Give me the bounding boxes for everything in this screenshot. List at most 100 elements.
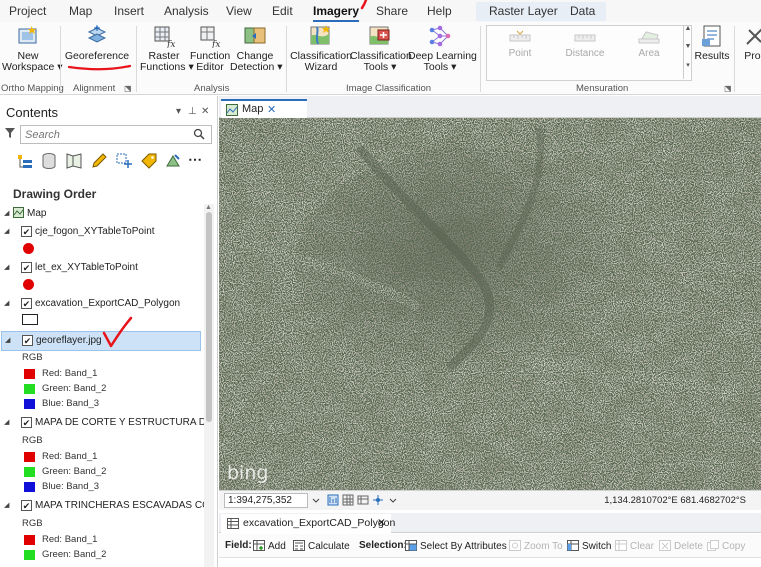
grid-icon[interactable] bbox=[342, 494, 354, 506]
tab-view[interactable]: View bbox=[226, 4, 252, 18]
group-divider bbox=[734, 26, 735, 92]
classification-wizard-button[interactable]: Classification Wizard bbox=[290, 24, 352, 73]
red-swatch bbox=[24, 369, 35, 379]
point-symbol[interactable] bbox=[23, 279, 34, 290]
classification-tools-button[interactable]: Classification Tools ▾ bbox=[350, 24, 412, 73]
fixed-scale-icon[interactable] bbox=[327, 494, 339, 506]
snapping-icon[interactable] bbox=[115, 152, 133, 170]
mensuration-area-button[interactable]: Area bbox=[619, 30, 679, 59]
close-icon[interactable]: ✕ bbox=[201, 106, 209, 117]
toc-layer-let-ex[interactable]: ◢ ✔ let_ex_XYTableToPoint bbox=[0, 259, 206, 277]
labeling-tag-icon[interactable] bbox=[140, 152, 158, 170]
scale-dropdown-icon[interactable] bbox=[310, 494, 322, 506]
mensuration-point-button[interactable]: Point bbox=[490, 30, 550, 59]
copy-selection-button[interactable]: Copy bbox=[707, 540, 745, 552]
collapse-arrow-icon[interactable]: ◢ bbox=[4, 263, 9, 271]
toc-layer-mapa-corte[interactable]: ◢ ✔ MAPA DE CORTE Y ESTRUCTURA DE E... bbox=[0, 414, 206, 432]
clear-selection-button[interactable]: Clear bbox=[615, 540, 654, 552]
group-divider bbox=[480, 26, 481, 92]
navigation-icon[interactable] bbox=[372, 494, 384, 506]
gallery-scroll-up-icon[interactable]: ▲ bbox=[683, 25, 692, 43]
table-view-icon[interactable] bbox=[357, 494, 369, 506]
function-editor-button[interactable]: fx Function Editor bbox=[190, 24, 230, 73]
tab-analysis[interactable]: Analysis bbox=[164, 4, 209, 18]
tab-map[interactable]: Map bbox=[69, 4, 92, 18]
toc-layer-cje-fogon[interactable]: ◢ ✔ cje_fogon_XYTableToPoint bbox=[0, 223, 206, 241]
scroll-up-icon[interactable]: ▲ bbox=[205, 204, 212, 211]
more-options-icon[interactable]: ⋯ bbox=[188, 152, 206, 170]
select-by-attributes-button[interactable]: Select By Attributes bbox=[405, 540, 507, 552]
layer-visibility-checkbox[interactable]: ✔ bbox=[21, 500, 32, 511]
layer-visibility-checkbox[interactable]: ✔ bbox=[22, 335, 33, 346]
data-source-icon[interactable] bbox=[40, 152, 58, 170]
dialog-launcher-icon[interactable]: ⬔ bbox=[724, 84, 732, 93]
tab-data[interactable]: Data bbox=[570, 4, 595, 18]
calculate-field-button[interactable]: Calculate bbox=[293, 540, 350, 552]
dropdown-arrow-icon[interactable] bbox=[387, 494, 399, 506]
contents-scrollbar[interactable]: ▲ bbox=[204, 204, 214, 567]
gallery-expand-icon[interactable]: ▾ bbox=[683, 61, 692, 79]
tab-raster-layer[interactable]: Raster Layer bbox=[489, 4, 558, 18]
rgb-label: RGB bbox=[22, 518, 43, 529]
mensuration-distance-button[interactable]: Distance bbox=[555, 30, 615, 59]
collapse-arrow-icon[interactable]: ◢ bbox=[4, 299, 9, 307]
new-workspace-button[interactable]: New Workspace ▾ bbox=[2, 24, 63, 73]
map-view-tab[interactable]: Map ✕ bbox=[221, 99, 307, 118]
close-tab-icon[interactable]: ✕ bbox=[267, 103, 276, 116]
polygon-symbol[interactable] bbox=[22, 314, 38, 325]
green-swatch bbox=[24, 550, 35, 560]
layer-visibility-checkbox[interactable]: ✔ bbox=[21, 226, 32, 237]
distance-measure-icon bbox=[574, 34, 596, 42]
collapse-arrow-icon[interactable]: ◢ bbox=[5, 336, 10, 344]
search-icon[interactable] bbox=[193, 128, 205, 140]
editing-pencil-icon[interactable] bbox=[90, 152, 108, 170]
layer-visibility-checkbox[interactable]: ✔ bbox=[21, 262, 32, 273]
scale-selector[interactable]: 1:394,275,352 bbox=[224, 493, 308, 508]
selection-list-icon[interactable] bbox=[65, 152, 83, 170]
add-field-button[interactable]: Add bbox=[253, 540, 286, 552]
results-button[interactable]: Results bbox=[694, 24, 730, 62]
drawing-order-icon[interactable] bbox=[16, 152, 34, 170]
delete-selection-button[interactable]: Delete bbox=[659, 540, 703, 552]
collapse-arrow-icon[interactable]: ◢ bbox=[4, 209, 9, 217]
list-by-perspective-icon[interactable] bbox=[164, 152, 182, 170]
pin-icon[interactable]: ⊥ bbox=[188, 106, 197, 117]
switch-selection-button[interactable]: Switch bbox=[567, 540, 611, 552]
deep-learning-tools-button[interactable]: Deep Learning Tools ▾ bbox=[408, 24, 477, 73]
pane-options-icon[interactable]: ▾ bbox=[176, 106, 181, 117]
collapse-arrow-icon[interactable]: ◢ bbox=[4, 501, 9, 509]
search-input[interactable] bbox=[21, 126, 186, 143]
scrollbar-thumb[interactable] bbox=[206, 212, 212, 422]
tab-imagery[interactable]: Imagery bbox=[313, 4, 360, 22]
classification-tools-icon bbox=[369, 26, 390, 45]
tab-edit[interactable]: Edit bbox=[272, 4, 293, 18]
map-canvas[interactable]: bing bbox=[219, 118, 761, 490]
filter-icon[interactable] bbox=[4, 127, 16, 139]
tab-help[interactable]: Help bbox=[427, 4, 452, 18]
attribute-table-tab[interactable]: excavation_ExportCAD_Polygon ✕ bbox=[221, 514, 395, 533]
zoom-to-button[interactable]: Zoom To bbox=[509, 540, 563, 552]
toc-map-node[interactable]: ◢ Map bbox=[0, 205, 206, 223]
layer-visibility-checkbox[interactable]: ✔ bbox=[21, 417, 32, 428]
toc-layer-georeflayer[interactable]: ◢ ✔ georeflayer.jpg bbox=[1, 331, 201, 351]
tab-project[interactable]: Project bbox=[9, 4, 46, 18]
switch-selection-icon bbox=[567, 540, 579, 551]
collapse-arrow-icon[interactable]: ◢ bbox=[4, 418, 9, 426]
change-detection-button[interactable]: Change Detection ▾ bbox=[230, 24, 283, 73]
georeference-icon bbox=[87, 25, 107, 43]
close-tab-icon[interactable]: ✕ bbox=[377, 517, 386, 529]
toc-layer-excavation-polygon[interactable]: ◢ ✔ excavation_ExportCAD_Polygon bbox=[0, 295, 206, 313]
toc-layer-mapa-trincheras[interactable]: ◢ ✔ MAPA TRINCHERAS ESCAVADAS COJ... bbox=[0, 497, 206, 515]
gallery-scroll-down-icon[interactable]: ▼ bbox=[683, 43, 692, 61]
layer-visibility-checkbox[interactable]: ✔ bbox=[21, 298, 32, 309]
raster-functions-button[interactable]: fx Raster Functions ▾ bbox=[140, 24, 194, 73]
map-tab-bar: Map ✕ bbox=[219, 96, 761, 118]
point-symbol[interactable] bbox=[23, 243, 34, 254]
dialog-launcher-icon[interactable]: ⬔ bbox=[124, 84, 132, 93]
georeference-button[interactable]: Georeference bbox=[64, 24, 130, 62]
search-field[interactable] bbox=[20, 125, 212, 144]
tab-share[interactable]: Share bbox=[376, 4, 408, 18]
collapse-arrow-icon[interactable]: ◢ bbox=[4, 227, 9, 235]
tab-insert[interactable]: Insert bbox=[114, 4, 144, 18]
processing-button[interactable]: Proc bbox=[740, 24, 761, 62]
